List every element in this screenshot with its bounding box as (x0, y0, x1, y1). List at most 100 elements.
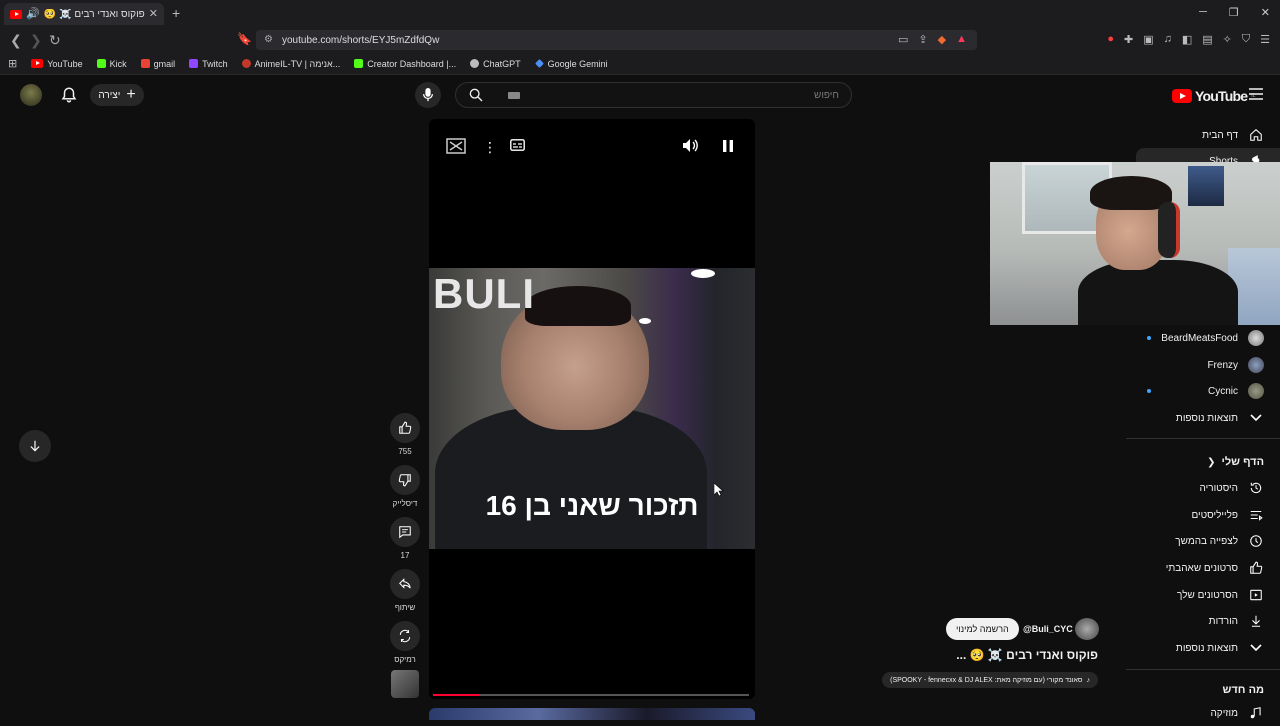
speaker-icon[interactable]: 🔊 (26, 8, 40, 20)
notifications-bell-icon[interactable] (60, 86, 78, 104)
sidebar-item-downloads[interactable]: הורדות (1126, 608, 1280, 634)
bookmarks-bar: ⊞ YouTube Kick gmail Twitch AnimeIL-TV |… (0, 53, 1280, 75)
search-box[interactable] (455, 82, 852, 108)
back-icon[interactable]: ❮ (10, 32, 22, 49)
bookmark-animeil[interactable]: AnimeIL-TV | אנימה... (241, 59, 340, 69)
bookmark-twitch[interactable]: Twitch (189, 59, 228, 69)
bookmark-youtube[interactable]: YouTube (31, 59, 83, 69)
media-icon[interactable]: ♫ (1164, 33, 1172, 46)
more-options-icon[interactable]: ⋮ (483, 139, 497, 156)
sidebar-show-more[interactable]: תוצאות נוספות (1126, 635, 1280, 661)
cast-icon[interactable]: ▭ (898, 33, 908, 46)
bookmark-kick[interactable]: Kick (96, 59, 127, 69)
music-chip[interactable]: ♪ סאונד מקורי (עם מוזיקה מאת: SPOOKY - f… (882, 672, 1098, 688)
channel-logo-icon[interactable] (446, 138, 466, 154)
bookmark-gemini[interactable]: Google Gemini (534, 59, 608, 69)
keyboard-icon[interactable] (508, 91, 520, 99)
captions-icon[interactable] (510, 139, 525, 151)
playback-progress-bar[interactable] (433, 694, 749, 696)
vpn-icon[interactable]: ⛉ (1242, 33, 1250, 46)
remix-button[interactable]: רמיקס (388, 621, 422, 664)
share-button[interactable]: שיתוף (388, 569, 422, 612)
sidebar-show-more[interactable]: תוצאות נוספות (1126, 405, 1280, 431)
sidebar-item-liked[interactable]: סרטונים שאהבתי (1126, 555, 1280, 581)
youtube-icon (31, 59, 44, 68)
brave-shield-icon[interactable]: ◆ (938, 33, 946, 46)
sidebar-item-your-videos[interactable]: הסרטונים שלך (1126, 582, 1280, 608)
search-input[interactable] (520, 89, 839, 101)
channel-avatar[interactable] (1075, 618, 1099, 640)
gemini-icon (534, 59, 544, 68)
sidebar-item-watch-later[interactable]: לצפייה בהמשך (1126, 528, 1280, 554)
volume-icon[interactable] (682, 138, 698, 153)
pause-icon[interactable] (723, 140, 733, 152)
next-video-arrow-icon[interactable] (19, 430, 51, 462)
channel-handle[interactable]: @Buli_CYC (1023, 624, 1073, 634)
screenshot-icon[interactable]: ▣ (1143, 33, 1153, 46)
video-frame: BULI תזכור שאני בן 16 (429, 268, 755, 549)
tab-title: פוקוס ואנדי רבים ☠️ 🥺 #fyp (43, 8, 145, 20)
animeil-icon (241, 59, 251, 68)
comment-count: 17 (400, 551, 410, 560)
create-button[interactable]: יצירה + (90, 84, 144, 106)
site-info-icon[interactable]: ⚙ (264, 34, 273, 45)
sidebar-item-history[interactable]: היסטוריה (1126, 475, 1280, 501)
sidebar-subscription[interactable]: Cycnic (1126, 378, 1280, 404)
subscribe-button[interactable]: הרשמה למינוי (946, 618, 1019, 640)
new-tab-icon[interactable]: + (172, 5, 180, 21)
search-icon[interactable] (468, 87, 484, 103)
browser-tab[interactable]: 🔊 פוקוס ואנדי רבים ☠️ 🥺 #fyp ✕ (4, 3, 164, 25)
video-title[interactable]: פוקוס ואנדי רבים ☠️ 🥺 ... (956, 648, 1098, 662)
sidebar-item-music[interactable]: מוזיקה (1126, 700, 1280, 726)
bookmark-icon[interactable]: 🔖 (237, 32, 252, 46)
sidebar-toggle-icon[interactable]: ◧ (1182, 33, 1192, 46)
sidebar-item-playlists[interactable]: פלייליסטים (1126, 502, 1280, 528)
sound-thumbnail[interactable] (391, 670, 419, 698)
sidebar-subscription[interactable]: BeardMeatsFood (1126, 325, 1280, 351)
thumbs-up-icon (1248, 560, 1264, 576)
dislike-button[interactable]: דיסלייק (388, 465, 422, 508)
voice-search-mic-icon[interactable] (415, 82, 441, 108)
wallet-icon[interactable]: ▤ (1202, 33, 1212, 46)
close-window-icon[interactable]: ✕ (1261, 6, 1270, 19)
playback-progress-fill (433, 694, 481, 696)
minimize-icon[interactable]: ─ (1199, 6, 1207, 19)
mouse-cursor-icon (714, 483, 724, 497)
record-icon[interactable]: ● (1107, 33, 1114, 46)
next-short-preview[interactable] (429, 708, 755, 720)
sidebar-you-header[interactable]: הדף שלי ❮ (1207, 456, 1264, 468)
video-caption: תזכור שאני בן 16 (485, 490, 699, 521)
youtube-logo[interactable]: YouTube IL (1172, 88, 1255, 104)
webcam-streamer-shirt (1078, 260, 1238, 325)
chevron-left-icon: ❮ (1207, 456, 1216, 468)
extensions-icon[interactable]: ✚ (1124, 33, 1133, 46)
music-note-icon: ♪ (1086, 676, 1091, 684)
reload-icon[interactable]: ↻ (49, 32, 61, 49)
video-info: הרשמה למינוי @Buli_CYC פוקוס ואנדי רבים … (860, 616, 1100, 688)
bookmark-gmail[interactable]: gmail (140, 59, 175, 69)
account-avatar[interactable] (20, 84, 42, 106)
forward-icon[interactable]: ❯ (30, 32, 42, 49)
comment-icon (399, 526, 411, 539)
bookmark-chatgpt[interactable]: ChatGPT (470, 59, 521, 69)
comments-button[interactable]: 17 (388, 517, 422, 560)
sidebar-subscription[interactable]: Frenzy (1126, 352, 1280, 378)
history-icon (1248, 480, 1264, 496)
ceiling-light (691, 269, 715, 278)
chevron-down-icon (1248, 640, 1264, 656)
url-field[interactable]: ⚙ youtube.com/shorts/EYJ5mZdfdQw ▭ ⇪ ◆ ▲ (256, 30, 977, 50)
guide-menu-icon[interactable] (1249, 88, 1263, 100)
browser-menu-icon[interactable]: ☰ (1260, 33, 1270, 46)
apps-grid-icon[interactable]: ⊞ (8, 57, 17, 70)
leo-ai-icon[interactable]: ✧ (1223, 33, 1232, 46)
dislike-label: דיסלייק (392, 499, 418, 508)
sidebar-item-home[interactable]: דף הבית (1126, 122, 1280, 148)
share-icon[interactable]: ⇪ (918, 33, 927, 46)
browser-tab-bar: 🔊 פוקוס ואנדי רבים ☠️ 🥺 #fyp ✕ + ─ ❐ ✕ (0, 0, 1280, 26)
bookmark-creator-dashboard[interactable]: Creator Dashboard |... (354, 59, 456, 69)
shorts-player[interactable]: BULI תזכור שאני בן 16 (429, 119, 755, 699)
brave-rewards-icon[interactable]: ▲ (956, 33, 967, 46)
restore-icon[interactable]: ❐ (1229, 6, 1239, 19)
close-tab-icon[interactable]: ✕ (149, 8, 158, 20)
like-button[interactable]: 755 (388, 413, 422, 456)
